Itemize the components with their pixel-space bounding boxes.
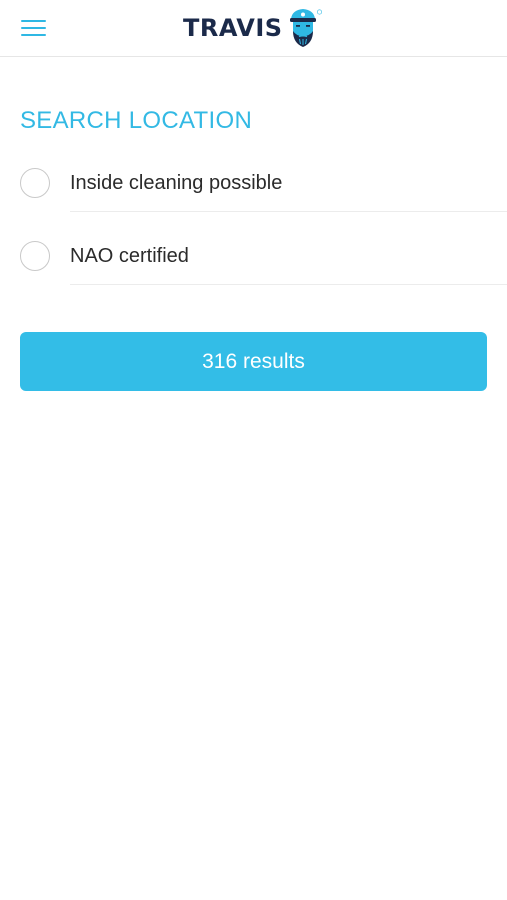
option-label: NAO certified [70, 245, 189, 267]
menu-line [21, 20, 46, 22]
section-title: SEARCH LOCATION [20, 107, 253, 134]
top-bar: TRAVIS [0, 0, 507, 57]
menu-line [21, 34, 46, 36]
show-results-button[interactable]: 316 results [20, 332, 487, 391]
menu-line [21, 27, 46, 29]
travis-logo[interactable]: TRAVIS [183, 6, 324, 50]
filter-option-nao-certified[interactable]: NAO certified [0, 228, 507, 285]
filter-option-inside-cleaning[interactable]: Inside cleaning possible [0, 155, 507, 212]
hamburger-menu-icon[interactable] [18, 15, 48, 41]
radio-button[interactable] [20, 241, 50, 271]
radio-button[interactable] [20, 168, 50, 198]
captain-face-icon [289, 9, 322, 47]
divider [70, 284, 507, 285]
app-screen: TRAVIS SEARCH LOCATION Inside cleaning p… [0, 0, 507, 900]
logo-text: TRAVIS [183, 14, 283, 42]
divider [70, 211, 507, 212]
option-label: Inside cleaning possible [70, 172, 283, 194]
